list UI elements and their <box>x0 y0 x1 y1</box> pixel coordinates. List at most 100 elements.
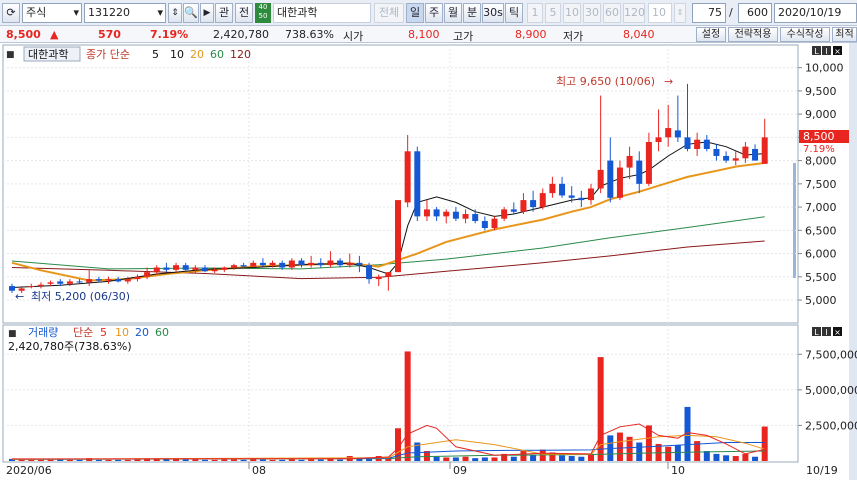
data-total-input[interactable]: 600 <box>738 3 772 23</box>
candle-body <box>124 279 131 282</box>
candle-body <box>414 151 421 217</box>
stock-code-input[interactable]: 131220 ▾ <box>84 3 166 23</box>
candle-body <box>404 151 411 203</box>
volume-bar <box>472 458 479 461</box>
candle-body <box>616 167 623 198</box>
price-tick-label: 10,000 <box>805 62 844 75</box>
candle-body <box>202 267 208 272</box>
refresh-icon[interactable]: ⟳ <box>2 3 20 23</box>
candle-body <box>443 211 450 217</box>
interval-1-button[interactable]: 1 <box>527 3 543 23</box>
period-month-button[interactable]: 월 <box>444 3 462 23</box>
date-input[interactable]: 2020/10/19 <box>774 3 857 23</box>
candle-body <box>510 209 517 212</box>
volume-bar <box>240 459 247 461</box>
volume-bar <box>616 432 623 461</box>
volume-bar <box>742 453 749 461</box>
volume-bar <box>298 459 305 461</box>
gwan-button[interactable]: 관 <box>215 3 233 23</box>
interval-10-button[interactable]: 10 <box>563 3 581 23</box>
volume-tick-label: 5,000,000 <box>805 384 857 397</box>
candle-body <box>57 281 64 284</box>
interval-5-button[interactable]: 5 <box>545 3 561 23</box>
volume-bar <box>530 454 537 461</box>
candle-body <box>752 148 759 161</box>
legend-ma10: 10 <box>170 48 184 61</box>
candle-body <box>607 160 614 198</box>
current-price: 8,500 <box>6 28 41 41</box>
volume-panel-tools-icon[interactable]: L I × <box>812 327 842 337</box>
total-button[interactable]: 전체 <box>374 3 404 23</box>
low-annotation: 최저 5,200 (06/30) <box>31 290 130 303</box>
side-toolbar[interactable] <box>849 43 857 480</box>
formula-button[interactable]: 수식작성 <box>780 27 830 42</box>
period-tick-button[interactable]: 틱 <box>505 3 523 23</box>
volume-bar <box>559 455 566 461</box>
candle-body <box>703 139 710 149</box>
candle-body <box>588 188 594 201</box>
candle-body <box>259 262 266 266</box>
play-icon[interactable]: ▶ <box>200 3 214 23</box>
interval-stepper-icon[interactable]: ⇕ <box>674 3 686 23</box>
up-arrow-icon: ▲ <box>50 28 59 41</box>
candle-body <box>115 279 122 282</box>
interval-60-button[interactable]: 60 <box>603 3 621 23</box>
candle-body <box>423 209 430 217</box>
x-label-10-19: 10/19 <box>806 464 838 477</box>
up-down-stepper-icon[interactable]: ⇕ <box>168 3 182 23</box>
interval-30-button[interactable]: 30 <box>583 3 601 23</box>
candle-body <box>308 262 315 266</box>
chart-area[interactable]: 10,000 9,500 9,000 8,500 8,000 7,500 7,000 6,50… <box>0 43 857 480</box>
candle-body <box>269 262 276 266</box>
change-percent: 7.19% <box>150 28 189 41</box>
x-label-10: 10 <box>671 464 685 477</box>
volume-value: 2,420,780 <box>213 28 269 41</box>
period-week-button[interactable]: 주 <box>425 3 443 23</box>
legend-vma10: 10 <box>115 326 129 339</box>
period-minute-button[interactable]: 분 <box>463 3 481 23</box>
volume-bar <box>95 459 102 461</box>
left-arrow-icon: ← <box>15 290 24 303</box>
volume-bar <box>491 457 498 461</box>
interval-120-button[interactable]: 120 <box>623 3 645 23</box>
volume-bar <box>202 459 208 461</box>
volume-bar <box>279 459 286 461</box>
quote-bar: 8,500 ▲ 570 7.19% 2,420,780 738.63% 시가 8… <box>0 26 857 43</box>
volume-bar <box>723 455 730 461</box>
volume-bar <box>115 459 122 461</box>
candle-body <box>327 260 334 266</box>
volume-legend-name: 거래량 <box>28 326 58 339</box>
candle-body <box>250 262 257 267</box>
price-tick-label: 9,000 <box>805 108 837 121</box>
svg-text:L: L <box>814 47 819 56</box>
period-day-button[interactable]: 일 <box>406 3 424 23</box>
market-select[interactable]: 주식 ▾ <box>22 3 82 23</box>
optimize-button[interactable]: 최적 <box>832 27 857 42</box>
interval-input[interactable]: 10 <box>648 3 672 23</box>
panel-tools-icon[interactable]: L I × <box>812 46 842 56</box>
candle-body <box>636 160 643 184</box>
volume-bar <box>443 457 450 461</box>
period-30s-button[interactable]: 30s <box>482 3 504 23</box>
strategy-button[interactable]: 전략적용 <box>728 27 778 42</box>
volume-bar <box>28 459 35 461</box>
jeon-button[interactable]: 전 <box>235 3 253 23</box>
candle-body <box>134 276 141 280</box>
legend-ma5: 5 <box>152 48 159 61</box>
candle-body <box>549 183 556 194</box>
settings-button[interactable]: 설정 <box>696 27 726 42</box>
volume-bar <box>732 456 739 461</box>
candle-body <box>153 267 160 273</box>
volume-bar <box>452 457 459 461</box>
candle-body <box>66 281 73 284</box>
stock-code-value: 131220 <box>88 6 130 19</box>
price-tick-label: 5,500 <box>805 271 837 284</box>
search-icon[interactable]: 🔍 <box>183 3 199 23</box>
volume-bar <box>752 456 759 461</box>
data-count-input[interactable]: 75 <box>692 3 726 23</box>
candle-body <box>86 279 93 283</box>
open-label: 시가 <box>343 30 364 43</box>
legend-ma120: 120 <box>230 48 251 61</box>
high-label: 고가 <box>453 30 474 43</box>
candle-body <box>240 265 247 267</box>
